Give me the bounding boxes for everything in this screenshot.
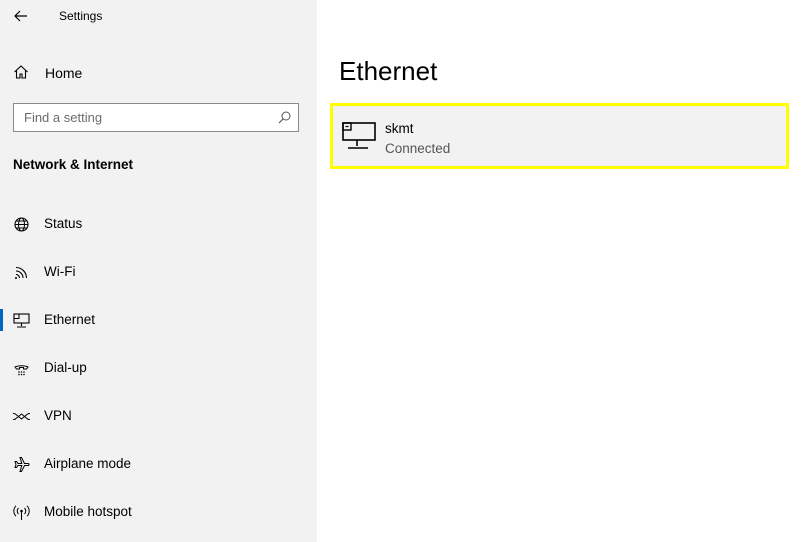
home-label: Home <box>45 65 83 81</box>
sidebar-item-airplane-mode[interactable]: Airplane mode <box>0 446 317 482</box>
sidebar-item-label: Wi-Fi <box>44 264 76 279</box>
globe-icon <box>14 217 29 232</box>
sidebar-item-vpn[interactable]: VPN <box>0 398 317 434</box>
section-title: Network & Internet <box>13 157 134 172</box>
search-input[interactable] <box>14 104 274 131</box>
search-box[interactable] <box>13 103 299 132</box>
home-nav-item[interactable]: Home <box>0 58 317 86</box>
sidebar-item-label: Status <box>44 216 83 231</box>
ethernet-icon <box>13 313 30 328</box>
search-icon[interactable] <box>278 111 291 124</box>
adapter-status: Connected <box>385 141 451 156</box>
dialup-icon <box>14 365 29 376</box>
selection-indicator <box>0 309 3 331</box>
back-button[interactable] <box>8 4 34 28</box>
sidebar-item-ethernet[interactable]: Ethernet <box>0 302 317 338</box>
sidebar-item-mobile-hotspot[interactable]: Mobile hotspot <box>0 494 317 530</box>
vpn-icon <box>13 413 30 420</box>
sidebar-item-wifi[interactable]: Wi-Fi <box>0 254 317 290</box>
sidebar-item-label: VPN <box>44 408 72 423</box>
hotspot-icon <box>13 505 30 520</box>
sidebar: Settings Home Network & Internet Status … <box>0 0 317 542</box>
title-bar: Settings <box>0 0 317 32</box>
page-title: Ethernet <box>339 56 438 86</box>
home-icon <box>14 65 28 79</box>
sidebar-item-label: Ethernet <box>44 312 96 327</box>
sidebar-item-dialup[interactable]: Dial-up <box>0 350 317 386</box>
ethernet-adapter-card[interactable]: skmt Connected <box>330 103 789 169</box>
network-computer-icon <box>342 122 376 149</box>
wifi-icon <box>15 266 28 279</box>
sidebar-item-label: Dial-up <box>44 360 87 375</box>
sidebar-item-label: Mobile hotspot <box>44 504 132 519</box>
adapter-name: skmt <box>385 121 414 136</box>
app-title: Settings <box>59 9 103 23</box>
airplane-icon <box>14 457 30 472</box>
back-arrow-icon <box>14 10 27 22</box>
main-content: Ethernet skmt Connected <box>317 0 803 542</box>
sidebar-item-label: Airplane mode <box>44 456 132 471</box>
sidebar-item-status[interactable]: Status <box>0 206 317 242</box>
